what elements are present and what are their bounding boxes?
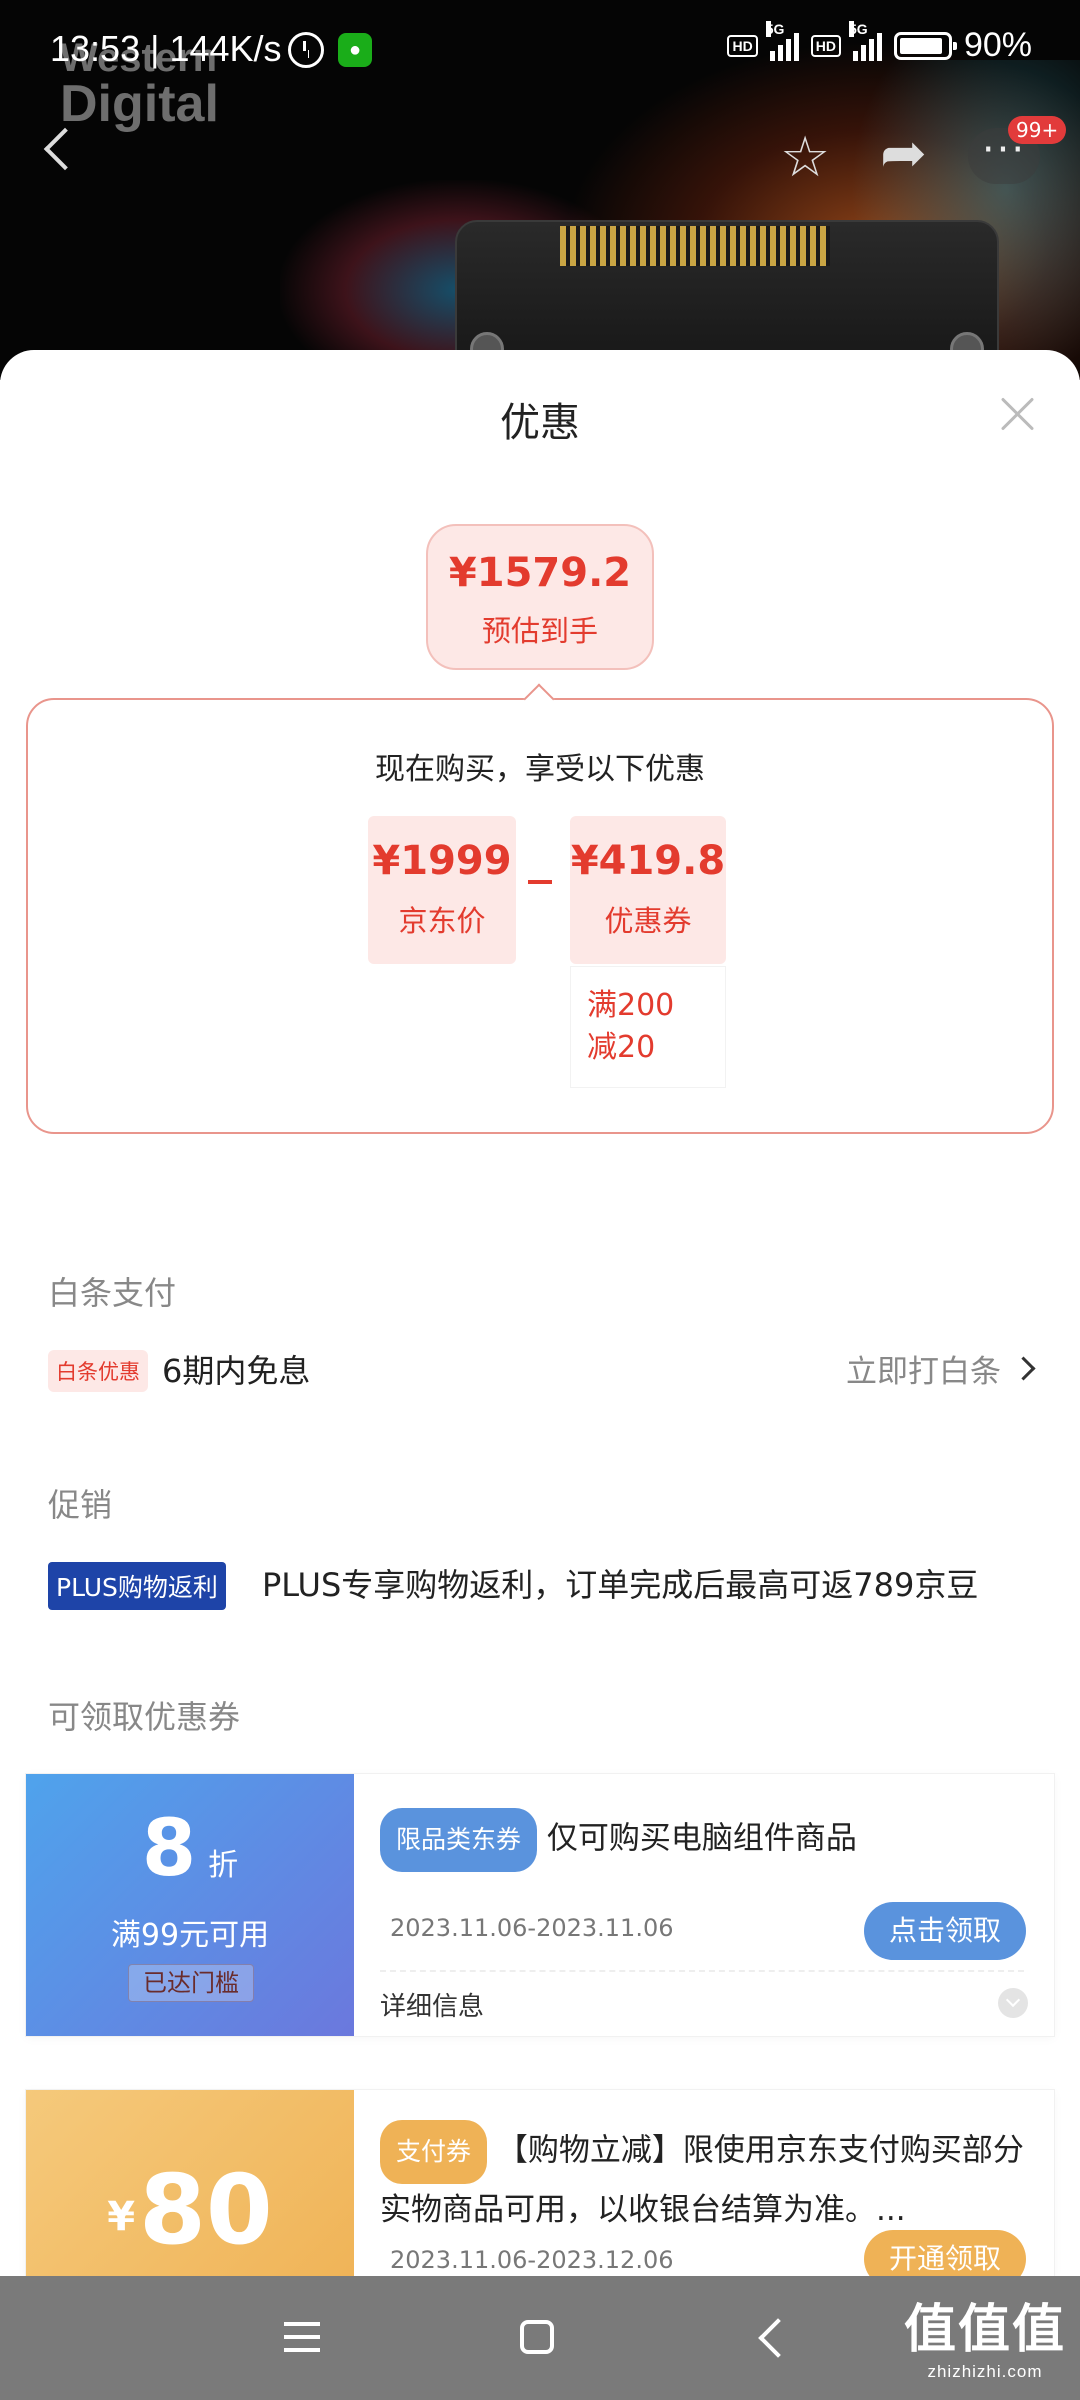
message-count-badge: 99+ (1008, 116, 1067, 144)
back-icon[interactable] (43, 127, 87, 171)
coupon-validity: 2023.11.06-2023.11.06 (390, 1914, 674, 1942)
close-icon[interactable] (1000, 396, 1036, 432)
coupon-value-panel: ¥80 (26, 2090, 354, 2276)
recent-apps-icon[interactable] (284, 2322, 320, 2352)
plus-rebate-tag: PLUS购物返利 (48, 1562, 226, 1610)
battery-icon (893, 31, 957, 60)
favorite-star-icon[interactable]: ☆ (780, 130, 830, 186)
deal-heading: 现在购买，享受以下优惠 (375, 752, 705, 787)
coupon-discount: 8折 (141, 1804, 239, 1894)
coupon-value-card: ¥419.8 优惠券 (570, 816, 726, 964)
ssd-connector-pins (560, 226, 830, 266)
coupon-condition: 满200 减20 (570, 966, 726, 1088)
system-back-icon[interactable] (758, 2318, 798, 2358)
jd-price-label: 京东价 (398, 904, 486, 938)
activate-claim-button[interactable]: 开通领取 (864, 2230, 1026, 2276)
hd-icon: HD (810, 34, 841, 57)
jd-price: ¥1999 (372, 838, 512, 884)
coupon-card: ¥80 支付券 【购物立减】限使用京东支付购买部分实物商品可用，以收银台结算为准… (26, 2090, 1054, 2276)
status-time: 13:53 | 144K/s (50, 28, 282, 69)
sheet-title: 优惠 (500, 400, 580, 446)
coupon-detail-link[interactable]: 详细信息 (380, 1986, 484, 2023)
coupon-value-panel: 8折 满99元可用 已达门槛 (26, 1774, 354, 2036)
coupon-threshold: 满99元可用 (110, 1918, 270, 1953)
coupon-title: 限品类东券 仅可购买电脑组件商品 (380, 1808, 1024, 1872)
battery-level: 90% (963, 26, 1032, 64)
alarm-icon (288, 32, 324, 68)
promotion-section-title: 促销 (48, 1486, 113, 1524)
estimated-price: ¥1579.2 (448, 550, 632, 596)
baitiao-tag: 白条优惠 (48, 1350, 148, 1392)
wechat-icon: ● (338, 33, 372, 67)
system-navigation-bar: 值值值 zhizhizhi.com (0, 2276, 1080, 2400)
signal-icon: 5G (765, 20, 799, 61)
signal-icon: 5G (848, 20, 882, 61)
share-icon[interactable]: ➦ (880, 126, 927, 182)
chevron-right-icon (1011, 1356, 1036, 1381)
discount-sheet: 优惠 ¥1579.2 预估到手 现在购买，享受以下优惠 ¥1999 京东价 ¥4… (0, 350, 1080, 2400)
home-icon[interactable] (520, 2320, 554, 2354)
minus-sign (528, 880, 552, 884)
status-bar: 13:53 | 144K/s ● HD 5G HD 5G 90% (0, 0, 1080, 100)
divider (380, 1970, 1024, 1972)
estimated-price-card: ¥1579.2 预估到手 (426, 524, 654, 670)
coupon-type-tag: 限品类东券 (380, 1808, 538, 1872)
product-top-nav: ☆ ➦ ··· 99+ (0, 116, 1080, 190)
coupon-type-tag: 支付券 (380, 2120, 488, 2184)
coupon-amount: ¥80 (107, 2154, 273, 2266)
coupon-card: 8折 满99元可用 已达门槛 限品类东券 仅可购买电脑组件商品 2023.11.… (26, 1774, 1054, 2036)
chevron-down-icon[interactable] (998, 1988, 1028, 2018)
claim-coupon-button[interactable]: 点击领取 (864, 1902, 1026, 1960)
coupons-section-title: 可领取优惠券 (48, 1698, 241, 1736)
threshold-reached-badge: 已达门槛 (128, 1964, 254, 2002)
open-baitiao-link[interactable]: 立即打白条 (846, 1346, 1036, 1391)
hd-icon: HD (727, 34, 758, 57)
coupon-validity: 2023.11.06-2023.12.06 (390, 2246, 674, 2274)
estimated-price-label: 预估到手 (481, 614, 598, 648)
coupon-title: 支付券 【购物立减】限使用京东支付购买部分实物商品可用，以收银台结算为准。... (380, 2120, 1024, 2236)
baitiao-section-title: 白条支付 (48, 1274, 177, 1312)
watermark: 值值值 zhizhizhi.com (903, 2301, 1066, 2381)
baitiao-text: 6期内免息 (162, 1352, 311, 1390)
coupon-value-label: 优惠券 (604, 904, 692, 938)
jd-price-card: ¥1999 京东价 (368, 816, 516, 964)
promotion-text: PLUS专享购物返利，订单完成后最高可返789京豆 (262, 1566, 979, 1604)
coupon-value: ¥419.8 (570, 838, 726, 884)
